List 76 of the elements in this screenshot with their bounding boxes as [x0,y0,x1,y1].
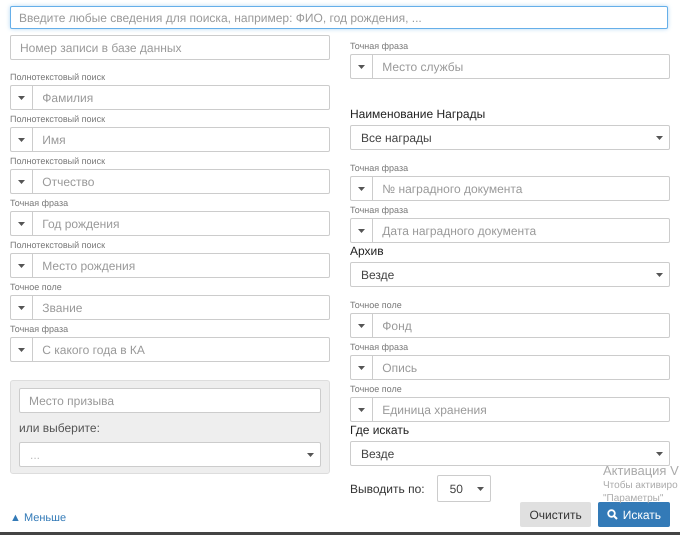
mode-dropdown-button[interactable] [10,127,32,152]
field-hint: Точная фраза [350,162,410,174]
caret-icon [358,324,366,328]
caret-icon [307,452,314,456]
activation-notice-text: "Параметры" [603,492,664,505]
input-field[interactable]: Отчество [32,169,330,194]
caret-icon [18,348,26,352]
input-field[interactable]: Единица хранения [372,397,670,422]
caret-icon [656,452,663,456]
caret-icon [358,408,366,412]
field-hint: Полнотекстовый поиск [10,71,106,83]
select-field[interactable]: Все награды [350,125,670,150]
caret-icon [656,272,663,276]
mode-dropdown-button[interactable] [10,169,32,194]
or-label: или выберите: [19,421,101,435]
input-field[interactable]: Место призыва [19,388,321,413]
field-hint: Точная фраза [10,323,70,335]
field-hint: Точное поле [350,383,403,395]
mode-dropdown-button[interactable] [350,176,372,201]
collapse-link[interactable]: ▲ Меньше [10,512,66,524]
search-field[interactable]: Введите любые сведения для поиска, например: ФИО, год рождения, ... [10,6,668,29]
per-page-select[interactable]: 50 [436,475,491,502]
field-hint: Точное поле [350,299,403,311]
section-heading: Наименование Награды [350,107,486,122]
field-hint: Точное поле [10,281,63,293]
activation-notice-text: Активация V [603,463,680,479]
input-field[interactable]: С какого года в КА [32,337,330,362]
input-field[interactable]: Дата наградного документа [372,218,670,243]
mode-dropdown-button[interactable] [10,253,32,278]
mode-dropdown-button[interactable] [10,211,32,236]
mode-dropdown-button[interactable] [350,397,372,422]
input-field[interactable]: Место службы [372,54,670,79]
input-field[interactable]: № наградного документа [372,176,670,201]
record-number-field[interactable]: Номер записи в базе данных [10,35,330,60]
input-field[interactable]: Фамилия [32,85,330,110]
caret-icon [358,64,366,68]
caret-icon [18,180,26,184]
select-field[interactable]: Везде [350,262,670,287]
per-page-label: Выводить по: [350,482,425,496]
caret-icon [358,228,366,232]
field-hint: Точная фраза [350,204,410,216]
input-field[interactable]: Год рождения [32,211,330,236]
input-field[interactable]: Имя [32,127,330,152]
mode-dropdown-button[interactable] [350,355,372,380]
input-field[interactable]: Место рождения [32,253,330,278]
mode-dropdown-button[interactable] [10,337,32,362]
field-hint: Полнотекстовый поиск [10,239,106,251]
activation-notice-text: Чтобы активиро [603,479,679,492]
section-heading: Архив [350,244,385,259]
mode-dropdown-button[interactable] [10,295,32,320]
mode-dropdown-button[interactable] [350,313,372,338]
section-heading: Где искать [350,423,410,438]
caret-icon [358,366,366,370]
input-field[interactable]: Звание [32,295,330,320]
caret-icon [358,186,366,190]
clear-button[interactable]: Очистить [520,502,591,527]
caret-icon [656,136,663,140]
field-hint: Точная фраза [350,40,410,52]
field-hint: Полнотекстовый поиск [10,155,106,167]
select-field[interactable]: Везде [350,441,670,466]
mode-dropdown-button[interactable] [10,85,32,110]
mode-dropdown-button[interactable] [350,218,372,243]
mode-dropdown-button[interactable] [350,54,372,79]
caret-icon [18,222,26,226]
field-hint: Точная фраза [10,197,70,209]
input-field[interactable]: Фонд [372,313,670,338]
search-button[interactable]: Искать [598,502,670,527]
caret-icon [476,486,484,490]
field-hint: Точная фраза [350,341,410,353]
caret-icon [18,138,26,142]
input-field[interactable]: Опись [372,355,670,380]
field-hint: Полнотекстовый поиск [10,113,106,125]
caret-icon [18,306,26,310]
caret-icon [18,264,26,268]
caret-icon [18,96,26,100]
search-icon [606,509,618,520]
